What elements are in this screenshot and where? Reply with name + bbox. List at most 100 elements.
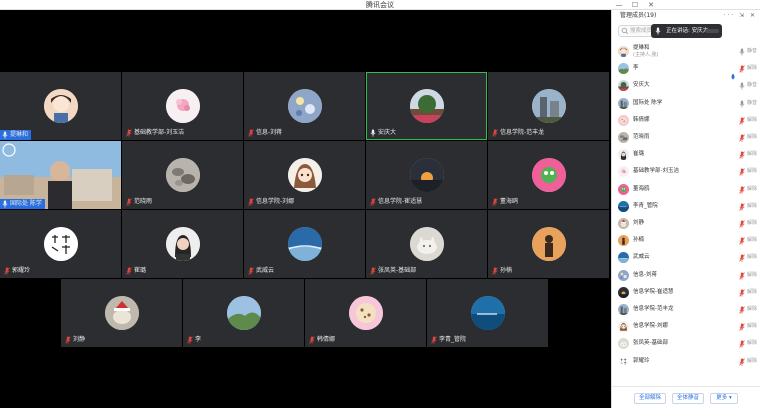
participant-nametag: 提琳和 [0, 130, 32, 140]
member-mute-toggle[interactable]: 静音 [747, 95, 757, 112]
member-row[interactable]: 信息学院-崔适慧 解除 [612, 284, 760, 301]
participant-tile[interactable]: 基础教学部-刘玉洁 [122, 72, 243, 140]
mic-muted-icon[interactable] [739, 271, 745, 280]
participant-tile[interactable]: 韩倩娜 [305, 279, 426, 347]
member-mute-toggle[interactable]: 静音 [747, 77, 757, 94]
member-row[interactable]: 刘静 解除 [612, 215, 760, 232]
member-name-text: 基础教学部-刘玉洁 [633, 168, 679, 175]
participant-nametag: 刘静 [65, 335, 85, 345]
member-row[interactable]: 李青_管院 解除 [612, 198, 760, 215]
mic-icon[interactable] [739, 82, 745, 90]
member-mute-toggle[interactable]: 解除 [747, 60, 757, 77]
member-name-text: 武威云 [633, 254, 650, 261]
member-mute-toggle[interactable]: 解除 [747, 318, 757, 335]
member-mute-toggle[interactable]: 解除 [747, 267, 757, 284]
participant-tile[interactable]: 信息学院-范丰龙 [488, 72, 609, 140]
member-row[interactable]: 李 解除 [612, 60, 760, 80]
member-mute-toggle[interactable]: 解除 [747, 284, 757, 301]
mic-muted-icon [126, 129, 132, 137]
member-row[interactable]: 信息-刘蒋 解除 [612, 267, 760, 284]
unmute-all-button[interactable]: 全部解除 [634, 393, 666, 404]
mic-muted-icon [248, 129, 254, 137]
participant-tile[interactable]: 李 [183, 279, 304, 347]
participant-tile[interactable]: 张凤英-基础部 [366, 210, 487, 278]
member-row[interactable]: 孙楠 解除 [612, 232, 760, 249]
participant-tile[interactable]: 信息学院-刘娜 [244, 141, 365, 209]
mic-muted-icon [370, 198, 376, 206]
mic-muted-icon[interactable] [739, 306, 745, 314]
participant-tile[interactable]: 范晓雨 [122, 141, 243, 209]
member-mute-toggle[interactable]: 解除 [747, 353, 757, 370]
member-row[interactable]: 韩倩娜 解除 [612, 112, 760, 129]
maximize-button[interactable]: ☐ [628, 0, 642, 10]
speaking-label: 正在讲话: 安庆大 [666, 28, 709, 34]
member-mute-toggle[interactable]: 解除 [747, 181, 757, 198]
mic-muted-icon[interactable] [739, 323, 745, 331]
member-row[interactable]: 崔璐 解除 [612, 146, 760, 163]
mic-icon[interactable] [739, 100, 745, 108]
member-row[interactable]: 基础教学部-刘玉洁 解除 [612, 163, 760, 180]
member-row[interactable]: 提琳和 (主持人,我) 静音 [612, 43, 760, 60]
avatar-stones [165, 158, 200, 192]
member-mute-toggle[interactable]: 解除 [747, 249, 757, 266]
member-row[interactable]: 信息学院-范丰龙 解除 [612, 301, 760, 318]
mic-muted-icon[interactable] [739, 220, 745, 228]
more-button[interactable]: 更多 ▾ [710, 393, 738, 404]
camera-icon[interactable] [730, 65, 736, 80]
mic-muted-icon[interactable] [739, 289, 745, 297]
participant-tile[interactable]: 董海鸥 [488, 141, 609, 209]
member-name: 信息-刘蒋 [633, 267, 657, 284]
member-mute-toggle[interactable]: 解除 [747, 163, 757, 180]
mic-muted-icon[interactable] [739, 237, 745, 245]
avatar-pink-flower [165, 89, 200, 123]
mic-muted-icon[interactable] [739, 151, 745, 159]
member-mute-toggle[interactable]: 解除 [747, 112, 757, 129]
member-row[interactable]: 董海鸥 解除 [612, 181, 760, 198]
mic-muted-icon[interactable] [739, 340, 745, 349]
participant-tile[interactable]: 提琳和 [0, 72, 121, 140]
mic-icon[interactable] [739, 48, 745, 56]
participant-tile[interactable]: 郭耀玲 [0, 210, 121, 278]
member-row[interactable]: 范晓雨 解除 [612, 129, 760, 146]
member-mute-toggle[interactable]: 解除 [747, 146, 757, 163]
participant-tile[interactable]: 刘静 [61, 279, 182, 347]
participant-tile[interactable]: 武威云 [244, 210, 365, 278]
member-mute-toggle[interactable]: 解除 [747, 232, 757, 249]
participant-nametag: 董海鸥 [492, 197, 518, 207]
member-row[interactable]: 张凤英-基础部 解除 [612, 335, 760, 352]
member-mute-toggle[interactable]: 解除 [747, 129, 757, 146]
mic-muted-icon[interactable] [739, 134, 745, 142]
minimize-button[interactable]: — [612, 0, 626, 10]
mic-muted-icon[interactable] [739, 254, 745, 263]
mic-muted-icon[interactable] [739, 203, 745, 211]
participant-tile[interactable]: 崔璐 [122, 210, 243, 278]
mic-muted-icon[interactable] [739, 357, 745, 366]
mic-muted-icon[interactable] [739, 185, 745, 194]
member-mute-toggle[interactable]: 解除 [747, 335, 757, 352]
participant-tile[interactable]: 孙楠 [488, 210, 609, 278]
mic-muted-icon[interactable] [739, 168, 745, 177]
member-name: 韩倩娜 [633, 112, 650, 129]
members-panel-header: 管理成员(19) ··· ⇲ ✕ [612, 10, 760, 22]
participant-tile[interactable]: 信息学院-崔适慧 [366, 141, 487, 209]
member-row[interactable]: 安庆大 静音 [612, 77, 760, 94]
mute-all-button[interactable]: 全体静音 [672, 393, 704, 404]
participant-tile[interactable]: 信息-刘蒋 [244, 72, 365, 140]
mic-muted-icon [126, 267, 132, 275]
panel-window-controls-icon[interactable]: ··· ⇲ ✕ [723, 10, 757, 22]
member-mute-toggle[interactable]: 解除 [747, 198, 757, 215]
member-row[interactable]: 武威云 解除 [612, 249, 760, 266]
participant-tile[interactable]: 国际处 陈学 [0, 141, 121, 209]
member-mute-toggle[interactable]: 解除 [747, 215, 757, 232]
avatar-sunset [409, 158, 444, 192]
participant-tile[interactable]: 李青_管院 [427, 279, 548, 347]
member-row[interactable]: 国际处 陈学 静音 [612, 95, 760, 112]
member-row[interactable]: 郭耀玲 解除 [612, 353, 760, 370]
mic-muted-icon[interactable] [739, 65, 745, 73]
participant-tile[interactable]: 安庆大 [366, 72, 487, 140]
member-row[interactable]: 信息学院-刘娜 解除 [612, 318, 760, 335]
mic-muted-icon[interactable] [739, 117, 745, 125]
member-mute-toggle[interactable]: 解除 [747, 301, 757, 318]
member-mute-toggle[interactable]: 静音 [747, 43, 757, 60]
close-button[interactable]: ✕ [644, 0, 658, 10]
